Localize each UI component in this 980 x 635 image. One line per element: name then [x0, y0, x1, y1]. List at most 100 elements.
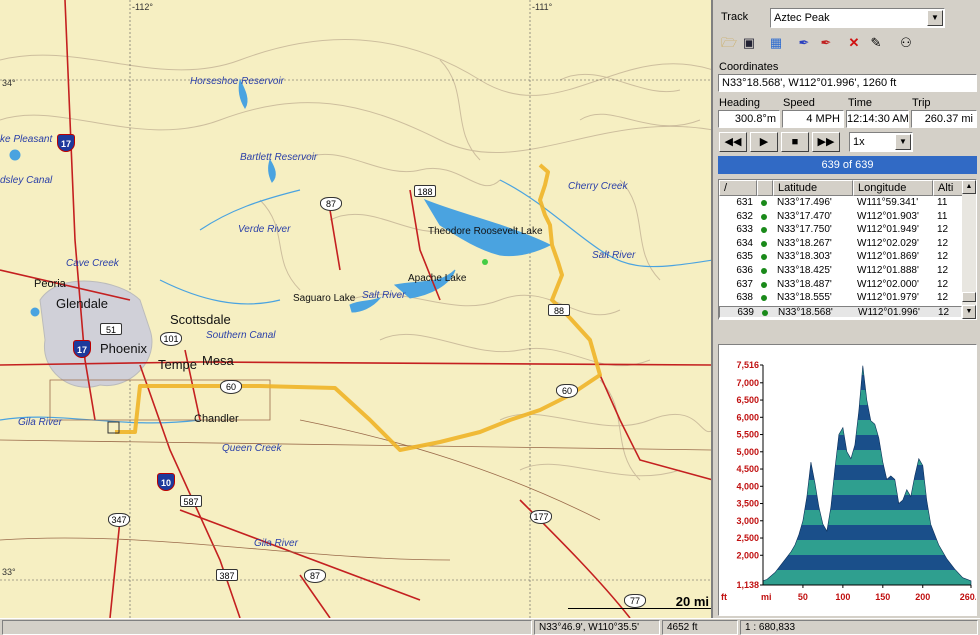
table-row[interactable]: 632 N33°17.470' W112°01.903' 11: [719, 211, 962, 223]
grid-label-112: -112°: [132, 2, 153, 12]
route-shield: 347: [108, 513, 130, 527]
scroll-down-icon[interactable]: ▼: [962, 305, 976, 319]
water-label: Horseshoe Reservoir: [190, 76, 284, 87]
list-header: / Latitude Longitude Alti: [719, 180, 976, 196]
table-row[interactable]: 633 N33°17.750' W112°01.949' 12: [719, 224, 962, 236]
row-longitude: W112°01.949': [857, 224, 919, 236]
interstate-shield: 17: [73, 340, 91, 358]
y-tick-label: 2,000: [736, 550, 759, 560]
city-label: Peoria: [34, 278, 66, 290]
route-shield: 51: [100, 323, 122, 335]
city-label: Tempe: [158, 357, 198, 372]
list-scrollbar[interactable]: ▲ ▼: [962, 180, 976, 319]
chevron-down-icon[interactable]: ▼: [895, 134, 911, 150]
row-altitude: 12: [937, 224, 949, 236]
x-tick-label: 100: [835, 592, 850, 602]
row-longitude: W112°01.996': [858, 306, 920, 318]
trackpoint-list[interactable]: / Latitude Longitude Alti 631 N33°17.496'…: [718, 179, 977, 320]
trip-label: Trip: [912, 97, 931, 109]
grid-label-33: 33°: [2, 567, 16, 577]
elevation-chart[interactable]: 7,516 7,000 6,500 6,000 5,500 5,000 4,500 4,000…: [719, 345, 980, 615]
track-progress-bar[interactable]: 639 of 639: [718, 156, 977, 174]
point-status-dot: [762, 309, 768, 316]
track-select[interactable]: Aztec Peak ▼: [770, 8, 945, 28]
table-row[interactable]: 635 N33°18.303' W112°01.869' 12: [719, 251, 962, 263]
save-disk-icon[interactable]: ▣: [738, 32, 760, 54]
water-label: ke Pleasant: [0, 134, 53, 145]
image-icon[interactable]: ▦: [765, 32, 787, 54]
y-tick-label: 2,500: [736, 533, 759, 543]
table-row[interactable]: 637 N33°18.487' W112°02.000' 12: [719, 279, 962, 291]
water-label: Cave Creek: [66, 258, 119, 269]
water-label: Gila River: [254, 538, 298, 549]
route-shield: 87: [320, 197, 342, 211]
stop-button[interactable]: ■: [781, 132, 809, 152]
route-shield: 87: [304, 569, 326, 583]
column-header-latitude[interactable]: Latitude: [773, 180, 853, 196]
coordinates-field: N33°18.568', W112°01.996', 1260 ft: [718, 74, 977, 92]
row-longitude: W112°01.979': [857, 292, 919, 304]
point-status-dot: [761, 268, 767, 274]
scale-bar: 20 mi: [568, 594, 711, 612]
point-status-dot: [761, 281, 767, 288]
water-label: Salt River: [362, 290, 406, 301]
y-tick-label: 7,000: [736, 378, 759, 388]
y-tick-label: 6,000: [736, 412, 759, 422]
water-label: Saguaro Lake: [293, 293, 356, 304]
heading-field: 300.8°m: [718, 110, 780, 128]
water-label: Salt River: [592, 250, 636, 261]
column-header-longitude[interactable]: Longitude: [853, 180, 933, 196]
row-longitude: W112°01.903': [857, 210, 919, 222]
column-header-altitude[interactable]: Alti: [933, 180, 963, 196]
table-row[interactable]: 639 N33°18.568' W112°01.996' 12: [719, 305, 962, 318]
row-altitude: 12: [937, 265, 949, 276]
y-tick-label: 7,516: [736, 360, 759, 370]
delete-x-icon[interactable]: ✕: [843, 32, 865, 54]
column-header-index[interactable]: /: [719, 180, 757, 196]
water-label: Theodore Roosevelt Lake: [428, 226, 543, 237]
table-row[interactable]: 638 N33°18.555' W112°01.979' 12: [719, 292, 962, 304]
table-row[interactable]: 636 N33°18.425' W112°01.888' 12: [719, 265, 962, 277]
scroll-up-icon[interactable]: ▲: [962, 180, 976, 194]
open-folder-icon[interactable]: 🗁: [718, 32, 740, 54]
table-row[interactable]: 631 N33°17.496' W111°59.341' 11: [719, 197, 962, 209]
row-index: 632: [736, 210, 753, 222]
scroll-thumb[interactable]: [962, 292, 976, 302]
edit-pencil-icon[interactable]: ✎: [865, 32, 887, 54]
progress-text: 639 of 639: [821, 159, 874, 171]
pen-blue-icon[interactable]: ✒: [793, 32, 815, 54]
city-label: Glendale: [56, 296, 109, 311]
elevation-profile[interactable]: 7,516 7,000 6,500 6,000 5,500 5,000 4,500 4,000…: [718, 344, 980, 616]
speed-field: 4 MPH: [782, 110, 844, 128]
city-label: Chandler: [194, 413, 239, 425]
map-view[interactable]: -112° -111° 34° 33° Horseshoe Reservoir …: [0, 0, 713, 618]
chevron-down-icon[interactable]: ▼: [927, 10, 943, 26]
table-row[interactable]: 634 N33°18.267' W112°02.029' 12: [719, 238, 962, 250]
status-scale: 1 : 680,833: [740, 620, 978, 635]
y-tick-label: 5,500: [736, 430, 759, 440]
route-shield: 587: [180, 495, 202, 507]
play-button[interactable]: ▶: [750, 132, 778, 152]
rewind-button[interactable]: ◀◀: [719, 132, 747, 152]
playback-speed-select[interactable]: 1x ▼: [849, 132, 913, 152]
row-latitude: N33°18.303': [777, 251, 832, 263]
row-altitude: 12: [938, 306, 950, 318]
y-tick-label: 6,500: [736, 395, 759, 405]
fast-forward-button[interactable]: ▶▶: [812, 132, 840, 152]
time-label: Time: [848, 97, 873, 109]
x-axis-label: mi: [761, 592, 772, 602]
city-label: Mesa: [202, 353, 234, 368]
binoculars-icon[interactable]: ⚇: [895, 32, 917, 54]
pen-red-icon[interactable]: ✒: [815, 32, 837, 54]
row-index: 635: [736, 251, 753, 263]
y-tick-label: 5,000: [736, 447, 759, 457]
row-longitude: W112°02.000': [857, 278, 919, 290]
elevation-area: [762, 365, 972, 586]
status-position: N33°46.9', W110°35.5': [534, 620, 660, 635]
water-label: Southern Canal: [206, 330, 276, 341]
water-label: Apache Lake: [408, 273, 467, 284]
column-header-status[interactable]: [757, 180, 773, 196]
water-label: Queen Creek: [222, 443, 282, 454]
route-shield: 60: [220, 380, 242, 394]
row-latitude: N33°18.267': [777, 237, 832, 249]
